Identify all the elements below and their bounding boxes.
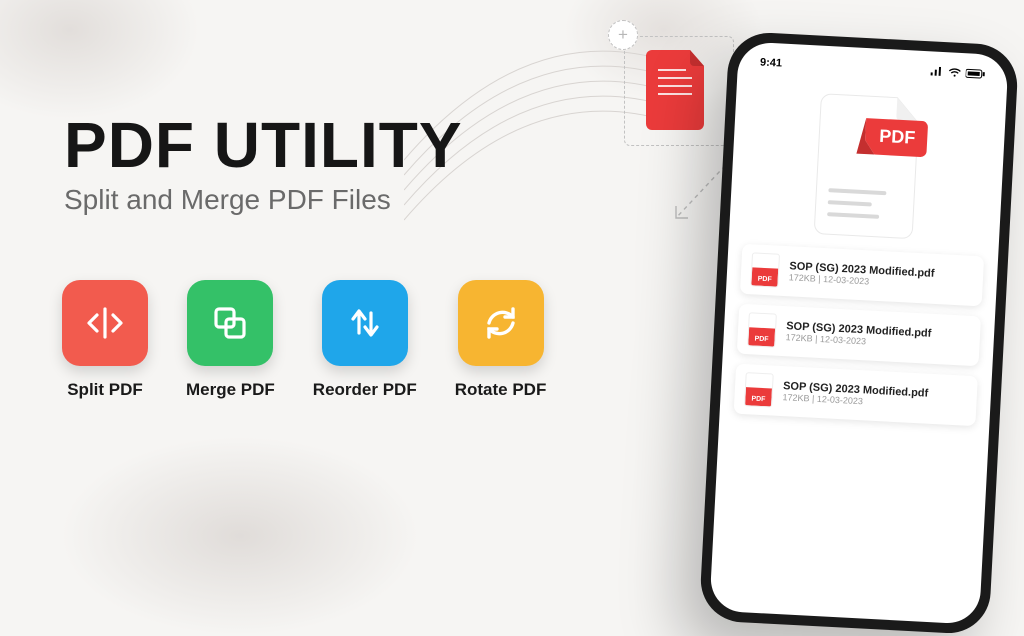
merge-pdf-button[interactable] <box>187 280 273 366</box>
feature-label: Rotate PDF <box>455 380 547 400</box>
pdf-thumb-icon: PDF <box>750 252 780 287</box>
merge-icon <box>208 301 252 345</box>
file-info: SOP (SG) 2023 Modified.pdf 172KB | 12-03… <box>782 380 967 412</box>
bg-blob <box>60 436 420 636</box>
page-title: PDF UTILITY <box>64 108 463 182</box>
document-icon <box>646 50 710 130</box>
rotate-pdf-button[interactable] <box>458 280 544 366</box>
feature-merge: Merge PDF <box>186 280 275 400</box>
feature-label: Merge PDF <box>186 380 275 400</box>
feature-label: Split PDF <box>67 380 143 400</box>
bg-blob <box>0 0 200 120</box>
add-icon[interactable]: + <box>608 20 638 50</box>
plus-glyph: + <box>618 25 628 45</box>
feature-rotate: Rotate PDF <box>455 280 547 400</box>
floating-add-doc: + <box>624 36 734 146</box>
reorder-icon <box>343 301 387 345</box>
reorder-pdf-button[interactable] <box>322 280 408 366</box>
phone-mockup: 9:41 PDF <box>699 31 1019 635</box>
split-pdf-button[interactable] <box>62 280 148 366</box>
status-time: 9:41 <box>760 56 783 69</box>
list-item[interactable]: PDF SOP (SG) 2023 Modified.pdf 172KB | 1… <box>737 304 981 367</box>
file-list: PDF SOP (SG) 2023 Modified.pdf 172KB | 1… <box>732 244 987 427</box>
hero: PDF UTILITY Split and Merge PDF Files <box>64 108 463 216</box>
page-subtitle: Split and Merge PDF Files <box>64 184 463 216</box>
split-icon <box>83 301 127 345</box>
feature-reorder: Reorder PDF <box>313 280 417 400</box>
feature-split: Split PDF <box>62 280 148 400</box>
pdf-badge-text: PDF <box>879 126 916 148</box>
pdf-thumb-icon: PDF <box>747 312 777 347</box>
feature-label: Reorder PDF <box>313 380 417 400</box>
pdf-file-icon: PDF <box>804 87 932 243</box>
signal-icon <box>930 66 945 77</box>
phone-screen: 9:41 PDF <box>709 41 1008 624</box>
battery-icon <box>965 68 985 79</box>
rotate-icon <box>479 301 523 345</box>
file-info: SOP (SG) 2023 Modified.pdf 172KB | 12-03… <box>789 260 974 292</box>
list-item[interactable]: PDF SOP (SG) 2023 Modified.pdf 172KB | 1… <box>734 364 978 427</box>
pdf-thumb-icon: PDF <box>744 372 774 407</box>
feature-row: Split PDF Merge PDF Reorder PDF <box>62 280 546 400</box>
status-icons <box>930 66 986 79</box>
phone-pdf-illustration: PDF <box>741 70 996 257</box>
wifi-icon <box>948 67 963 78</box>
file-info: SOP (SG) 2023 Modified.pdf 172KB | 12-03… <box>785 320 970 352</box>
